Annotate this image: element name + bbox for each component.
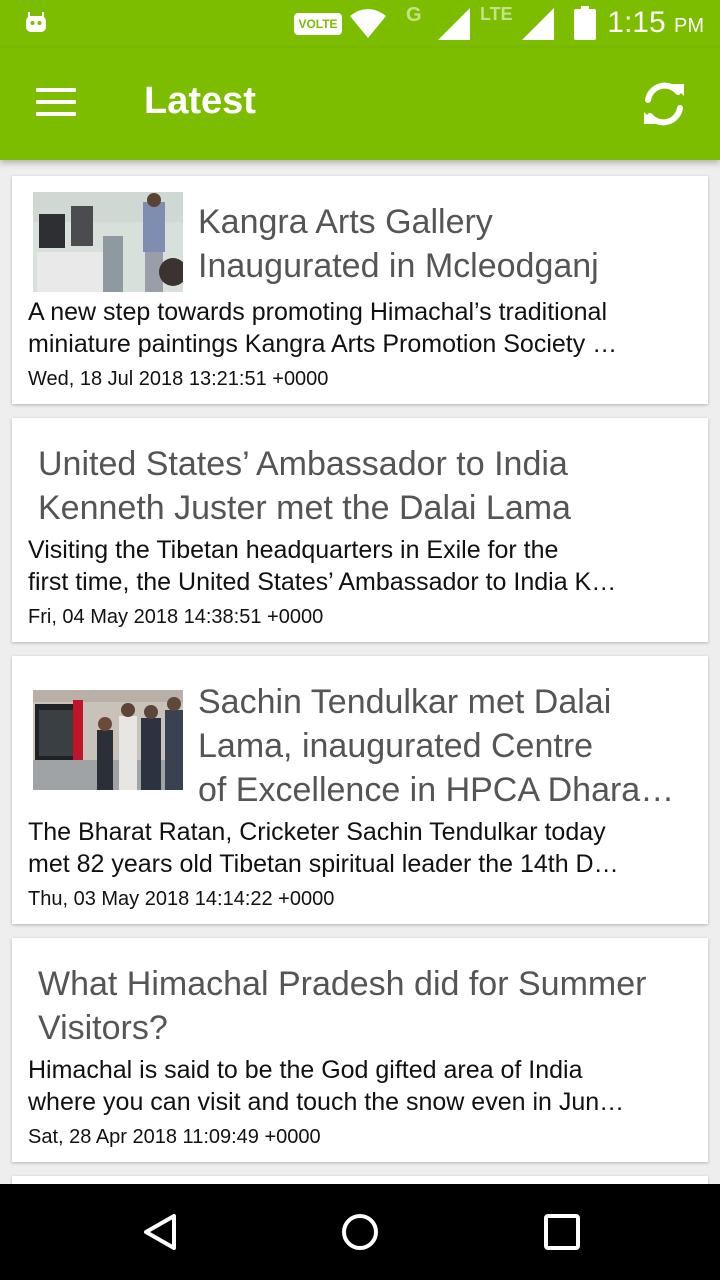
article-summary-line: The Bharat Ratan, Cricketer Sachin Tendu… bbox=[28, 818, 606, 846]
android-notification-icon bbox=[26, 12, 46, 32]
article-title[interactable]: Kangra Arts Gallery Inaugurated in Mcleo… bbox=[198, 200, 599, 288]
article-card[interactable]: What Himachal Pradesh did for Summer Vis… bbox=[12, 938, 708, 1162]
article-summary-line: miniature paintings Kangra Arts Promotio… bbox=[28, 330, 618, 358]
article-title-line: Kangra Arts Gallery bbox=[198, 203, 493, 241]
article-title-line: Sachin Tendulkar met Dalai bbox=[198, 683, 612, 721]
article-card[interactable]: Kangra Arts Gallery Inaugurated in Mcleo… bbox=[12, 176, 708, 404]
article-title-line: United States’ Ambassador to India bbox=[38, 445, 568, 483]
home-circle-icon[interactable] bbox=[340, 1212, 380, 1252]
article-title[interactable]: Sachin Tendulkar met Dalai Lama, inaugur… bbox=[198, 680, 688, 812]
article-summary-line: where you can visit and touch the snow e… bbox=[28, 1088, 625, 1116]
page-title: Latest bbox=[144, 80, 256, 122]
system-nav-bar bbox=[0, 1184, 720, 1280]
article-summary-line: Visiting the Tibetan headquarters in Exi… bbox=[28, 536, 559, 564]
article-summary: Visiting the Tibetan headquarters in Exi… bbox=[28, 534, 694, 598]
clock-ampm: PM bbox=[674, 15, 704, 37]
article-title[interactable]: What Himachal Pradesh did for Summer Vis… bbox=[38, 962, 702, 1050]
article-thumbnail[interactable] bbox=[33, 690, 183, 790]
battery-icon bbox=[574, 6, 596, 40]
article-card[interactable] bbox=[12, 1176, 708, 1184]
article-summary: A new step towards promoting Himachal’s … bbox=[28, 296, 694, 360]
article-card[interactable]: Sachin Tendulkar met Dalai Lama, inaugur… bbox=[12, 656, 708, 924]
article-summary-line: Himachal is said to be the God gifted ar… bbox=[28, 1056, 583, 1084]
article-title-line: What Himachal Pradesh did for Summer bbox=[38, 965, 647, 1003]
article-thumbnail[interactable] bbox=[33, 192, 183, 292]
g-network-label: G bbox=[406, 4, 422, 26]
article-date: Fri, 04 May 2018 14:38:51 +0000 bbox=[28, 606, 324, 628]
article-title-line: Inaugurated in Mcleodganj bbox=[198, 247, 599, 285]
wifi-icon bbox=[350, 9, 386, 38]
clock: 1:15 PM bbox=[607, 6, 704, 40]
app-bar: Latest bbox=[0, 48, 720, 160]
article-title-line: Lama, inaugurated Centre bbox=[198, 727, 594, 765]
back-triangle-icon[interactable] bbox=[140, 1212, 180, 1252]
article-summary: The Bharat Ratan, Cricketer Sachin Tendu… bbox=[28, 816, 694, 880]
article-card[interactable]: United States’ Ambassador to India Kenne… bbox=[12, 418, 708, 642]
article-title-line: Visitors? bbox=[38, 1009, 168, 1047]
signal-strength-2-icon bbox=[522, 8, 554, 40]
article-date: Wed, 18 Jul 2018 13:21:51 +0000 bbox=[28, 368, 329, 390]
recents-square-icon[interactable] bbox=[542, 1212, 582, 1252]
article-title-line: of Excellence in HPCA Dhara… bbox=[198, 771, 675, 809]
article-title-line: Kenneth Juster met the Dalai Lama bbox=[38, 489, 571, 527]
article-summary-line: A new step towards promoting Himachal’s … bbox=[28, 298, 607, 326]
lte-network-label: LTE bbox=[480, 4, 513, 24]
status-bar: VOLTE G LTE 1:15 PM bbox=[0, 0, 720, 48]
news-feed[interactable]: Kangra Arts Gallery Inaugurated in Mcleo… bbox=[0, 160, 720, 1184]
article-summary-line: first time, the United States’ Ambassado… bbox=[28, 568, 617, 596]
article-date: Sat, 28 Apr 2018 11:09:49 +0000 bbox=[28, 1126, 321, 1148]
volte-badge: VOLTE bbox=[294, 13, 342, 35]
article-summary-line: met 82 years old Tibetan spiritual leade… bbox=[28, 850, 619, 878]
signal-strength-icon bbox=[438, 8, 470, 40]
hamburger-menu-icon[interactable] bbox=[36, 88, 76, 120]
article-date: Thu, 03 May 2018 14:14:22 +0000 bbox=[28, 888, 335, 910]
article-summary: Himachal is said to be the God gifted ar… bbox=[28, 1054, 694, 1118]
refresh-icon[interactable] bbox=[638, 78, 690, 130]
clock-time: 1:15 bbox=[607, 6, 666, 39]
article-title[interactable]: United States’ Ambassador to India Kenne… bbox=[38, 442, 571, 530]
